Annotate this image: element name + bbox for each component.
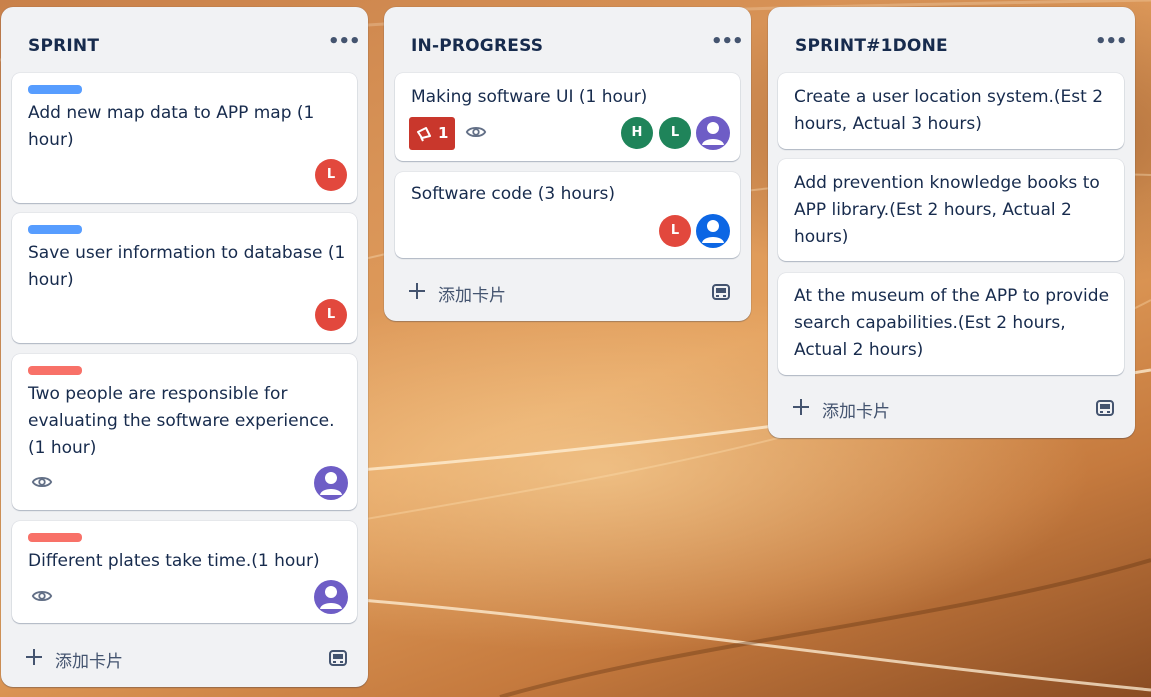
list-header: IN-PROGRESS ••• <box>384 7 751 73</box>
list-header: SPRINT#1DONE ••• <box>768 7 1135 73</box>
member-avatar-l[interactable]: L <box>659 215 691 247</box>
member-avatar-user[interactable] <box>696 116 730 150</box>
card-template-icon[interactable] <box>1095 398 1115 418</box>
card-title: Add new map data to APP map (1 hour) <box>28 103 315 150</box>
card-template-icon[interactable] <box>328 648 348 668</box>
add-card-label: 添加卡片 <box>55 652 123 672</box>
plus-icon <box>793 399 809 415</box>
card-evaluate-experience[interactable]: Two people are responsible for evaluatin… <box>12 354 357 510</box>
label-blue[interactable] <box>28 225 82 234</box>
card-add-map-data[interactable]: Add new map data to APP map (1 hour) L <box>12 73 357 203</box>
dots-menu-icon[interactable]: ••• <box>328 33 361 57</box>
user-icon <box>702 122 724 145</box>
card-prevention-books[interactable]: Add prevention knowledge books to APP li… <box>778 159 1124 261</box>
user-icon <box>320 472 342 495</box>
list-title: IN-PROGRESS <box>411 36 544 56</box>
card-different-plates[interactable]: Different plates take time.(1 hour) <box>12 521 357 623</box>
megaphone-icon <box>417 127 431 142</box>
card-title: Making software UI (1 hour) <box>411 87 648 107</box>
dots-menu-icon[interactable]: ••• <box>711 33 744 57</box>
card-title: Add prevention knowledge books to APP li… <box>794 173 1100 247</box>
list-in-progress: IN-PROGRESS ••• Making software UI (1 ho… <box>384 7 751 321</box>
card-title: Different plates take time.(1 hour) <box>28 551 320 571</box>
eye-icon <box>465 126 487 138</box>
add-card-label: 添加卡片 <box>438 286 506 306</box>
badge-count: 1 <box>438 124 449 142</box>
member-avatar-user[interactable] <box>696 214 730 248</box>
card-museum-search[interactable]: At the museum of the APP to provide sear… <box>778 273 1124 375</box>
add-card-button[interactable]: 添加卡片 <box>1 639 368 679</box>
notification-badge[interactable]: 1 <box>409 117 455 150</box>
eye-icon <box>31 476 53 488</box>
card-making-software-ui[interactable]: Making software UI (1 hour) 1 H L <box>395 73 740 161</box>
plus-icon <box>409 283 425 299</box>
card-save-user-info[interactable]: Save user information to database (1 hou… <box>12 213 357 343</box>
card-title: Two people are responsible for evaluatin… <box>28 384 335 458</box>
add-card-button[interactable]: 添加卡片 <box>768 389 1135 429</box>
card-title: Save user information to database (1 hou… <box>28 243 346 290</box>
member-avatar-l[interactable]: L <box>315 159 347 191</box>
label-red[interactable] <box>28 533 82 542</box>
list-sprint1-done: SPRINT#1DONE ••• Create a user location … <box>768 7 1135 438</box>
list-header: SPRINT ••• <box>1 7 368 73</box>
card-title: At the museum of the APP to provide sear… <box>794 286 1110 360</box>
card-user-location-system[interactable]: Create a user location system.(Est 2 hou… <box>778 73 1124 149</box>
list-title: SPRINT#1DONE <box>795 36 948 56</box>
list-sprint: SPRINT ••• Add new map data to APP map (… <box>1 7 368 687</box>
label-red[interactable] <box>28 366 82 375</box>
dots-menu-icon[interactable]: ••• <box>1095 33 1128 57</box>
eye-icon <box>31 590 53 602</box>
member-avatar-l[interactable]: L <box>659 117 691 149</box>
user-icon <box>702 220 724 243</box>
add-card-button[interactable]: 添加卡片 <box>384 273 751 313</box>
card-template-icon[interactable] <box>711 282 731 302</box>
add-card-label: 添加卡片 <box>822 402 890 422</box>
card-software-code[interactable]: Software code (3 hours) L <box>395 172 740 258</box>
card-title: Create a user location system.(Est 2 hou… <box>794 87 1104 134</box>
member-avatar-l[interactable]: L <box>315 299 347 331</box>
list-title: SPRINT <box>28 36 100 56</box>
label-blue[interactable] <box>28 85 82 94</box>
card-title: Software code (3 hours) <box>411 184 616 204</box>
member-avatar-user[interactable] <box>314 466 348 500</box>
member-avatar-user[interactable] <box>314 580 348 614</box>
user-icon <box>320 586 342 609</box>
member-avatar-h[interactable]: H <box>621 117 653 149</box>
plus-icon <box>26 649 42 665</box>
